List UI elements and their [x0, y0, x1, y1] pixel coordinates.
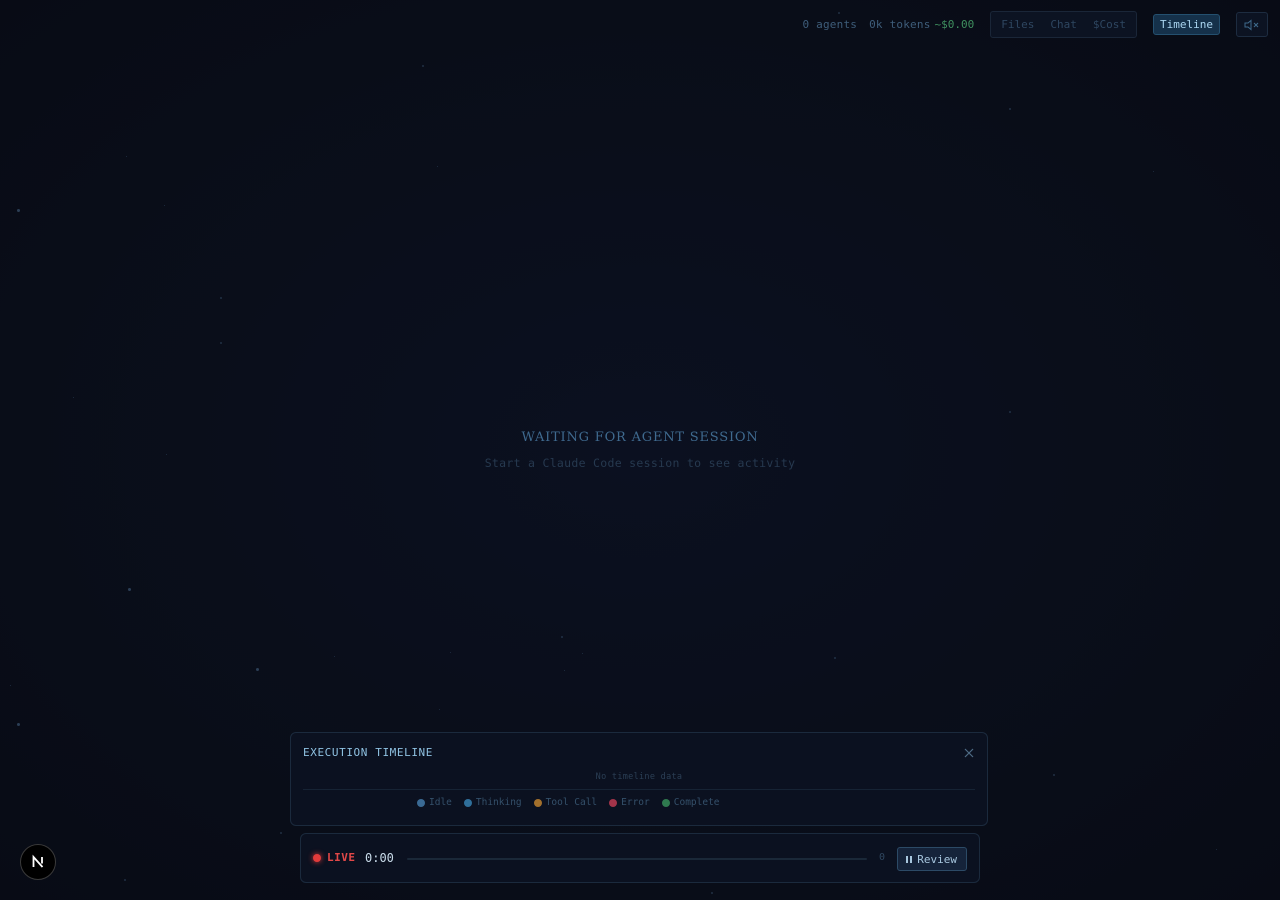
review-label: Review — [917, 852, 957, 866]
star-speck — [17, 723, 20, 726]
timeline-toggle-button[interactable]: Timeline — [1153, 14, 1220, 35]
pause-icon — [906, 855, 913, 863]
star-speck — [10, 685, 11, 686]
app-canvas: 0 agents 0k tokens ~$0.00 Files Chat $Co… — [0, 0, 1280, 900]
star-speck — [582, 653, 583, 654]
waiting-subtitle: Start a Claude Code session to see activ… — [484, 456, 796, 470]
star-speck — [422, 65, 424, 67]
agent-count: 0 agents — [802, 18, 858, 31]
star-speck — [73, 397, 74, 398]
star-speck — [437, 166, 438, 167]
tab-cost[interactable]: $Cost — [1093, 18, 1126, 31]
event-count: 0 — [879, 852, 886, 863]
timeline-legend: Idle Thinking Tool Call Error Complete — [417, 797, 720, 808]
review-button[interactable]: Review — [897, 847, 967, 871]
legend-label: Tool Call — [545, 797, 598, 808]
star-speck — [164, 205, 165, 206]
playback-time: 0:00 — [365, 851, 394, 865]
timeline-empty-text: No timeline data — [595, 772, 683, 782]
tab-chat[interactable]: Chat — [1050, 18, 1077, 31]
star-speck — [17, 209, 20, 212]
star-speck — [450, 652, 451, 653]
timeline-panel-title: EXECUTION TIMELINE — [303, 746, 434, 759]
legend-item-thinking: Thinking — [463, 797, 522, 808]
legend-label: Idle — [429, 797, 452, 808]
legend-item-error: Error — [609, 797, 650, 808]
star-speck — [1009, 411, 1011, 413]
n-logo-icon — [32, 854, 44, 868]
legend-dot-idle — [417, 798, 425, 807]
star-speck — [220, 342, 222, 344]
token-count: 0k tokens — [869, 18, 931, 31]
tab-files[interactable]: Files — [1001, 18, 1034, 31]
close-icon[interactable] — [963, 747, 975, 759]
legend-dot-error — [609, 798, 618, 807]
star-speck — [220, 297, 222, 299]
star-speck — [1053, 774, 1055, 776]
legend-dot-tool-call — [533, 798, 542, 807]
waiting-title: WAITING FOR AGENT SESSION — [521, 430, 759, 445]
legend-dot-thinking — [463, 798, 472, 807]
legend-label: Error — [621, 797, 650, 808]
star-speck — [561, 636, 563, 638]
legend-dot-complete — [661, 798, 670, 807]
mute-button[interactable] — [1236, 12, 1268, 37]
playback-bar: LIVE 0:00 0 Review — [300, 833, 980, 883]
legend-item-tool-call: Tool Call — [533, 797, 598, 808]
execution-timeline-panel: EXECUTION TIMELINE No timeline data Idle… — [290, 732, 988, 826]
star-speck — [711, 892, 713, 894]
playback-scrubber[interactable] — [407, 858, 867, 860]
star-speck — [128, 588, 131, 591]
waiting-state: WAITING FOR AGENT SESSION Start a Claude… — [0, 430, 1280, 470]
star-speck — [439, 709, 440, 710]
legend-label: Complete — [673, 797, 720, 808]
star-speck — [834, 657, 836, 659]
view-tabs: Files Chat $Cost — [990, 11, 1138, 38]
live-indicator-icon — [313, 854, 321, 862]
legend-item-complete: Complete — [661, 797, 720, 808]
divider — [303, 789, 975, 790]
legend-label: Thinking — [475, 797, 522, 808]
star-speck — [564, 670, 565, 671]
star-speck — [280, 832, 282, 834]
n-logo-badge[interactable] — [20, 844, 56, 880]
star-speck — [334, 656, 335, 657]
top-bar: 0 agents 0k tokens ~$0.00 Files Chat $Co… — [802, 11, 1268, 38]
star-speck — [124, 879, 126, 881]
live-label: LIVE — [327, 851, 356, 864]
legend-item-idle: Idle — [417, 797, 452, 808]
star-speck — [1216, 849, 1217, 850]
star-speck — [126, 156, 127, 157]
star-speck — [1009, 108, 1011, 110]
speaker-muted-icon — [1244, 18, 1259, 31]
cost-estimate: ~$0.00 — [934, 18, 975, 31]
star-speck — [256, 668, 259, 671]
star-speck — [1153, 171, 1154, 172]
